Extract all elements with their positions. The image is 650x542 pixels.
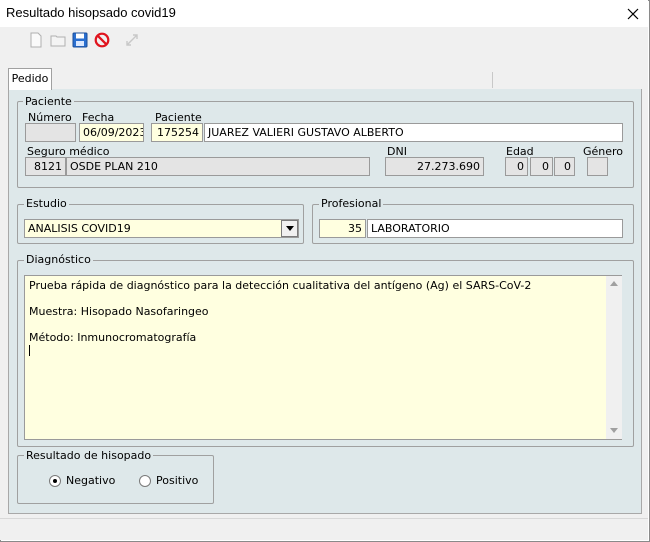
paciente-nombre-field[interactable]: JUAREZ VALIERI GUSTAVO ALBERTO [204,123,623,142]
toolbar [26,30,142,50]
estudio-group-label: Estudio [24,197,69,210]
diagnostico-textarea[interactable]: Prueba rápida de diagnóstico para la det… [24,275,622,440]
radio-positivo-circle[interactable] [139,474,151,487]
resultado-group-label: Resultado de hisopado [24,449,154,462]
vertical-scrollbar[interactable] [606,276,622,439]
open-button[interactable] [48,30,68,50]
status-bar [0,518,648,540]
edad-meses-field[interactable]: 0 [530,157,553,176]
window-title: Resultado hisopsado covid19 [6,5,176,20]
estudio-select-value: ANALISIS COVID19 [28,222,131,235]
new-button[interactable] [26,30,46,50]
fecha-field[interactable]: 06/09/2023 [79,123,144,142]
save-button[interactable] [70,30,90,50]
dni-field[interactable]: 27.273.690 [385,157,484,176]
scroll-up-icon [610,281,618,286]
resize-button[interactable] [122,30,142,50]
chevron-down-icon [285,226,294,231]
radio-positivo[interactable]: Positivo [139,474,198,487]
tab-pedido[interactable]: Pedido [8,68,52,90]
close-icon [627,8,639,19]
tab-label: Pedido [11,72,49,85]
estudio-dropdown-button[interactable] [281,220,298,237]
text-caret [29,345,30,356]
radio-negativo-circle[interactable] [49,474,61,487]
save-icon [72,32,88,48]
numero-field[interactable] [25,123,76,142]
profesional-group-label: Profesional [319,197,384,210]
edad-anios-field[interactable]: 0 [505,157,528,176]
diagnostico-group-label: Diagnóstico [24,253,93,266]
diagnostico-text: Prueba rápida de diagnóstico para la det… [29,279,532,344]
paciente-id-field[interactable]: 175254 [151,123,203,142]
seguro-nombre-field[interactable]: OSDE PLAN 210 [66,157,370,176]
tab-strip-separator [492,72,493,88]
estudio-select[interactable]: ANALISIS COVID19 [24,219,299,238]
edad-dias-field[interactable]: 0 [554,157,575,176]
genero-field[interactable] [587,157,608,176]
seguro-codigo-field[interactable]: 8121 [25,157,66,176]
paciente-group-label: Paciente [23,95,74,108]
profesional-codigo-field[interactable]: 35 [319,219,366,238]
radio-positivo-label: Positivo [156,474,199,487]
close-button[interactable] [618,1,648,26]
new-document-icon [30,32,42,48]
scroll-down-icon [610,428,618,433]
radio-selected-dot [53,478,57,483]
title-bar: Resultado hisopsado covid19 [0,0,648,27]
cancel-button[interactable] [92,30,112,50]
profesional-nombre-field[interactable]: LABORATORIO [367,219,623,238]
open-folder-icon [50,35,66,47]
cancel-icon [94,32,110,48]
radio-negativo[interactable]: Negativo [49,474,115,487]
resize-icon [126,34,138,46]
radio-negativo-label: Negativo [66,474,116,487]
